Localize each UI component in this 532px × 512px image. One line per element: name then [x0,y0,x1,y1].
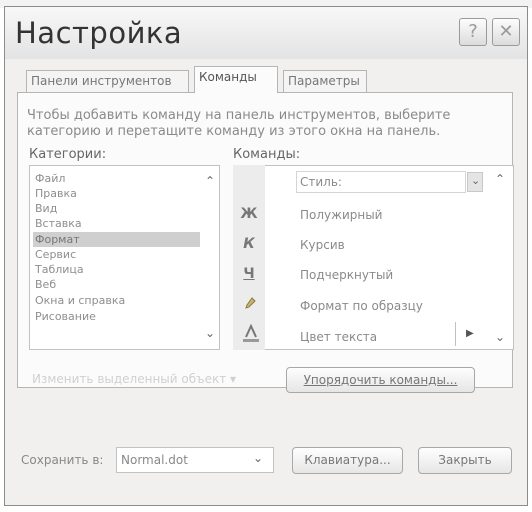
list-item[interactable]: Рисование [33,309,200,324]
style-label: Стиль: [300,175,342,189]
close-icon: ✕ [498,21,514,42]
list-item[interactable]: Окна и справка [33,293,200,308]
tab-commands[interactable]: Команды [194,66,278,93]
categories-label: Категории: [29,147,107,162]
scroll-down-arrow-icon[interactable]: ⌄ [492,330,508,344]
scroll-up-arrow-icon[interactable]: ⌃ [492,172,508,186]
save-in-label: Сохранить в: [21,453,104,467]
commands-label: Команды: [233,147,301,162]
list-item[interactable]: Таблица [33,262,200,277]
scroll-down-arrow-icon[interactable]: ⌄ [202,326,218,340]
chevron-down-icon: ⌄ [253,451,264,465]
instructions-line-1: Чтобы добавить команду на панель инструм… [27,108,451,123]
style-combo[interactable]: Стиль: [296,171,466,193]
split-divider [455,322,456,346]
command-item-font-color[interactable]: Цвет текста [300,330,377,344]
modify-selection-label: Изменить выделенный объект [32,372,227,386]
tab-toolbars[interactable]: Панели инструментов [26,70,189,92]
list-item[interactable]: Правка [33,186,200,201]
font-color-icon [241,323,261,343]
underline-icon: Ч [243,266,255,282]
command-item-format-painter[interactable]: Формат по образцу [300,299,423,313]
chevron-down-icon: ⌄ [471,174,481,187]
command-item-bold[interactable]: Полужирный [300,208,382,222]
categories-list[interactable]: Файл Правка Вид Вставка Формат Сервис Та… [29,165,220,350]
help-icon: ? [468,21,478,42]
scroll-up-arrow-icon[interactable]: ⌃ [202,174,218,188]
close-button[interactable]: Закрыть [418,447,512,474]
save-in-value: Normal.dot [121,453,188,467]
list-item-selected[interactable]: Формат [33,232,200,247]
close-window-button[interactable]: ✕ [492,18,520,46]
italic-icon: К [243,236,255,252]
modify-selection-button[interactable]: Изменить выделенный объект ▾ [32,372,236,386]
dialog-title: Настройка [15,16,183,50]
command-item-italic[interactable]: Курсив [300,238,345,252]
help-button[interactable]: ? [459,18,487,46]
style-dropdown-button[interactable]: ⌄ [467,172,483,192]
save-in-combo[interactable]: Normal.dot ⌄ [116,447,274,473]
list-item[interactable]: Веб [33,277,200,292]
list-item[interactable]: Файл [33,171,200,186]
format-painter-icon [243,296,257,310]
tab-options[interactable]: Параметры [283,70,367,92]
keyboard-button[interactable]: Клавиатура... [292,447,403,474]
instructions-line-2: категорию и перетащите команду из этого … [27,124,441,139]
list-item[interactable]: Вид [33,201,200,216]
play-arrow-icon[interactable]: ▶ [466,328,474,339]
list-item[interactable]: Вставка [33,216,200,231]
command-item-underline[interactable]: Подчеркнутый [300,268,393,282]
bold-icon: Ж [240,206,258,222]
rearrange-commands-button[interactable]: Упорядочить команды... [286,367,475,393]
list-item[interactable]: Сервис [33,247,200,262]
